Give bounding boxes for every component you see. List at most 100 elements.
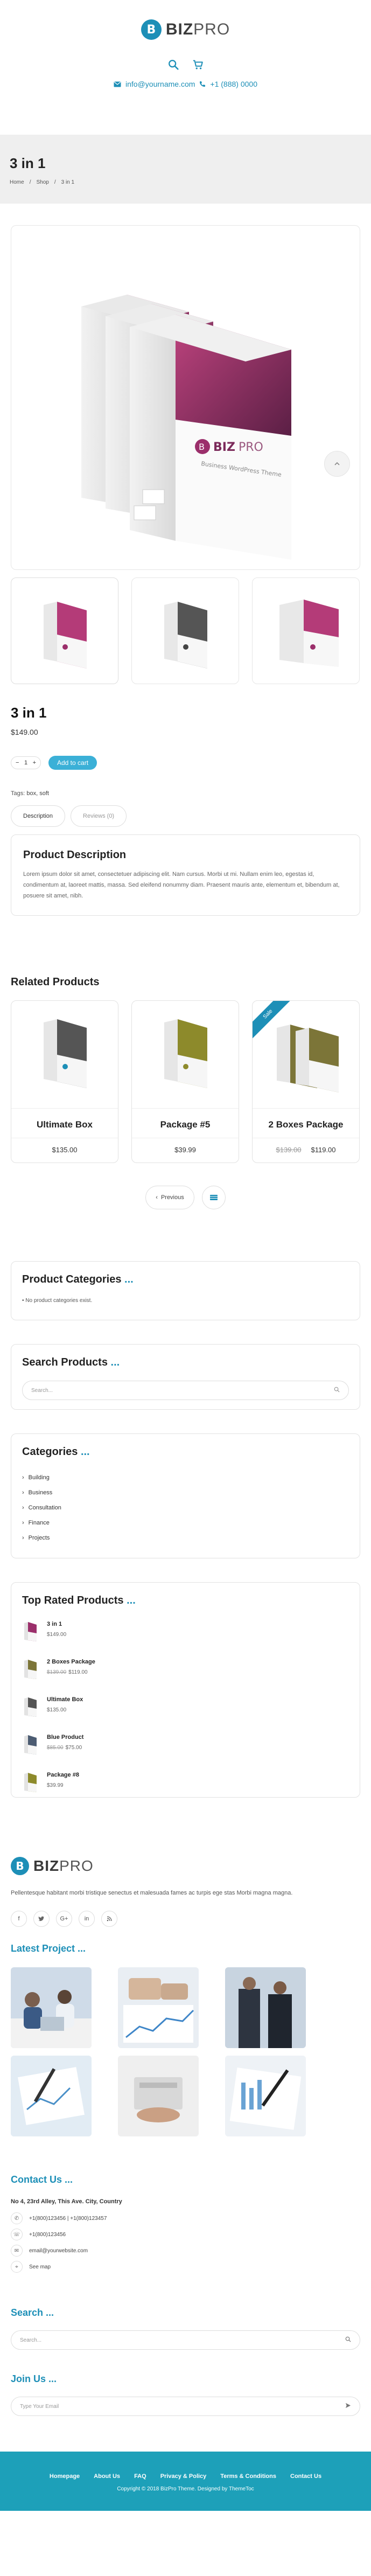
- related-card[interactable]: Package #5 $39.99: [131, 1000, 239, 1163]
- page: B BIZPRO info@yourname.com +1 (888) 0000…: [0, 0, 371, 2511]
- site-header: B BIZPRO info@yourname.com +1 (888) 0000: [0, 0, 371, 135]
- product-main-image[interactable]: B BIZ PRO Business WordPress Theme: [11, 225, 360, 570]
- chevron-right-icon: ›: [22, 1520, 24, 1526]
- plus-icon[interactable]: +: [33, 760, 36, 766]
- related-card[interactable]: Ultimate Box $135.00: [11, 1000, 118, 1163]
- footer-logo[interactable]: B BIZPRO: [11, 1857, 360, 1875]
- email-field[interactable]: Type Your Email: [11, 2397, 360, 2416]
- list-item[interactable]: › Projects: [22, 1530, 349, 1545]
- project-thumbnail[interactable]: [11, 1967, 92, 2048]
- widget-title: Search Products ...: [22, 1356, 120, 1368]
- grid-view-icon[interactable]: [201, 1186, 226, 1209]
- project-thumbnail[interactable]: [11, 2056, 92, 2136]
- list-item[interactable]: Blue Product $85.00 $75.00: [22, 1734, 349, 1772]
- related-card[interactable]: Sale 2 Boxes Package $139.00 $119.00: [252, 1000, 360, 1163]
- chevron-right-icon: ›: [22, 1535, 24, 1541]
- search-icon[interactable]: [167, 58, 180, 71]
- send-icon[interactable]: [345, 2403, 351, 2410]
- empty-note: • No product categories exist.: [22, 1298, 93, 1304]
- related-price: $139.00 $119.00: [276, 1146, 336, 1154]
- svg-text:B: B: [199, 442, 205, 452]
- contact-email[interactable]: ✉ email@yourwebsite.com: [11, 2243, 360, 2259]
- list-item[interactable]: › Consultation: [22, 1500, 349, 1515]
- project-grid: [11, 1967, 360, 2136]
- contact-phones: ✆ +1(800)123456 | +1(800)123457: [11, 2210, 360, 2226]
- related-name[interactable]: Ultimate Box: [11, 1119, 118, 1130]
- thumbnail[interactable]: [131, 577, 239, 684]
- product-name[interactable]: 2 Boxes Package: [47, 1659, 95, 1665]
- list-item[interactable]: 2 Boxes Package $139.00 $119.00: [22, 1659, 349, 1696]
- header-phone[interactable]: +1 (888) 0000: [210, 80, 257, 88]
- project-thumbnail[interactable]: [225, 1967, 306, 2048]
- tab-reviews[interactable]: Reviews (0): [71, 805, 127, 827]
- footer-link-privacy[interactable]: Privacy & Policy: [160, 2473, 207, 2480]
- copyright: Copyright © 2018 BizPro Theme. Designed …: [117, 2486, 254, 2492]
- contact-map[interactable]: ⌖ See map: [11, 2259, 360, 2275]
- product-thumbnail[interactable]: [22, 1696, 38, 1718]
- product-name[interactable]: 3 in 1: [47, 1621, 66, 1627]
- breadcrumb-shop[interactable]: Shop: [36, 179, 48, 185]
- svg-text:BIZ: BIZ: [213, 441, 235, 454]
- search-icon[interactable]: [334, 1387, 340, 1394]
- project-thumbnail[interactable]: [118, 1967, 199, 2048]
- product-thumbnail[interactable]: [22, 1659, 38, 1680]
- breadcrumb-current: 3 in 1: [61, 179, 75, 185]
- old-price: $139.00: [276, 1146, 302, 1154]
- product-thumbnail[interactable]: [22, 1734, 38, 1756]
- product-name[interactable]: Ultimate Box: [47, 1696, 83, 1703]
- footer-link-terms[interactable]: Terms & Conditions: [220, 2473, 276, 2480]
- tags-links[interactable]: box, soft: [26, 790, 49, 797]
- list-item[interactable]: › Business: [22, 1485, 349, 1500]
- thumbnail-strip: [11, 577, 360, 684]
- thumbnail[interactable]: [11, 577, 118, 684]
- twitter-icon[interactable]: [33, 1911, 50, 1927]
- site-footer: B BIZPRO Pellentesque habitant morbi tri…: [0, 1857, 371, 2416]
- product-name[interactable]: Package #8: [47, 1772, 79, 1778]
- logo-mark: B: [11, 1857, 29, 1875]
- product-name[interactable]: Blue Product: [47, 1734, 83, 1740]
- quantity-stepper[interactable]: − 1 +: [11, 756, 41, 769]
- projects-title: Latest Project ...: [11, 1943, 86, 1954]
- thumbnail[interactable]: [252, 577, 360, 684]
- list-item[interactable]: › Building: [22, 1470, 349, 1485]
- widget-product-categories: Product Categories ... • No product cate…: [11, 1261, 360, 1320]
- search-icon[interactable]: [345, 2336, 351, 2344]
- top-rated-list: 3 in 1 $149.00 2 Boxes Package $139.00 $119…: [22, 1621, 349, 1809]
- footer-link-contact[interactable]: Contact Us: [290, 2473, 321, 2480]
- footer-link-faq[interactable]: FAQ: [134, 2473, 146, 2480]
- project-thumbnail[interactable]: [118, 2056, 199, 2136]
- project-thumbnail[interactable]: [225, 2056, 306, 2136]
- latest-projects: Latest Project ...: [11, 1943, 360, 2136]
- previous-button[interactable]: ‹ Previous: [145, 1186, 194, 1209]
- header-email[interactable]: info@yourname.com: [125, 80, 195, 88]
- search-input[interactable]: Search...: [22, 1381, 349, 1400]
- description-panel: Product Description Lorem ipsum dolor si…: [11, 834, 360, 916]
- footer-link-homepage[interactable]: Homepage: [50, 2473, 80, 2480]
- footer-about: Pellentesque habitant morbi tristique se…: [11, 1890, 293, 1896]
- product-thumbnail[interactable]: [22, 1621, 38, 1642]
- add-to-cart-button[interactable]: Add to cart: [48, 756, 97, 770]
- product-thumbnail[interactable]: [132, 1001, 239, 1109]
- list-item[interactable]: › Finance: [22, 1515, 349, 1530]
- tab-description[interactable]: Description: [11, 805, 66, 827]
- search-input[interactable]: Search...: [11, 2330, 360, 2350]
- minus-icon[interactable]: −: [16, 760, 19, 766]
- related-name[interactable]: 2 Boxes Package: [253, 1119, 359, 1130]
- footer-link-about[interactable]: About Us: [94, 2473, 120, 2480]
- breadcrumb-home[interactable]: Home: [10, 179, 24, 185]
- list-item[interactable]: Ultimate Box $135.00: [22, 1696, 349, 1734]
- gallery-arrow-up-icon[interactable]: [324, 451, 350, 477]
- list-item[interactable]: 3 in 1 $149.00: [22, 1621, 349, 1659]
- facebook-icon[interactable]: f: [11, 1911, 27, 1927]
- cart-icon[interactable]: [192, 58, 205, 71]
- site-logo[interactable]: B BIZPRO: [0, 19, 371, 40]
- google-plus-icon[interactable]: G+: [56, 1911, 72, 1927]
- join-title: Join Us ...: [11, 2373, 57, 2384]
- list-item[interactable]: Package #8 $39.99: [22, 1772, 349, 1809]
- product-thumbnail[interactable]: [22, 1772, 38, 1793]
- product-thumbnail[interactable]: [11, 1001, 118, 1109]
- contact-title: Contact Us ...: [11, 2174, 73, 2185]
- linkedin-icon[interactable]: in: [79, 1911, 95, 1927]
- rss-icon[interactable]: [101, 1911, 117, 1927]
- related-name[interactable]: Package #5: [132, 1119, 239, 1130]
